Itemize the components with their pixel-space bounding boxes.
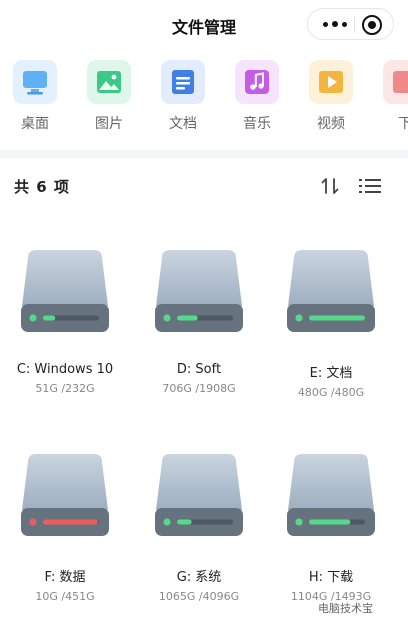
- drive-item[interactable]: E: 文档 480G /480G: [266, 246, 396, 399]
- drive-body: [288, 250, 374, 306]
- drive-usage: 1065G /4096G: [158, 590, 240, 603]
- document-icon: [161, 60, 205, 104]
- category-documents[interactable]: 文档: [158, 60, 208, 133]
- drive-status-led: [295, 518, 303, 526]
- list-view-icon[interactable]: [358, 176, 382, 196]
- drive-status-led: [29, 518, 37, 526]
- drive-name: D: Soft: [176, 362, 222, 377]
- drive-usage: 480G /480G: [297, 386, 365, 399]
- drive-name: H: 下载: [308, 570, 354, 585]
- sort-icon[interactable]: [320, 176, 340, 196]
- drive-status-led: [295, 314, 303, 322]
- drive-body: [22, 454, 108, 510]
- drive-body: [22, 250, 108, 306]
- drive-name: C: Windows 10: [16, 362, 114, 377]
- mini-program-capsule: [307, 8, 394, 40]
- category-label: 音乐: [243, 116, 271, 132]
- music-icon: [235, 60, 279, 104]
- drive-usage: 706G /1908G: [162, 382, 236, 395]
- drive-body: [156, 454, 242, 510]
- drive-status-led: [163, 518, 171, 526]
- video-icon: [309, 60, 353, 104]
- drive-item[interactable]: C: Windows 10 51G /232G: [0, 246, 130, 395]
- category-label: 桌面: [21, 116, 49, 132]
- category-desktop[interactable]: 桌面: [10, 60, 60, 133]
- drive-status-led: [29, 314, 37, 322]
- category-label: 下: [398, 116, 408, 132]
- image-icon: [87, 60, 131, 104]
- category-row[interactable]: 桌面 图片 文档 音乐 视频 下: [0, 56, 408, 138]
- usage-bar-fill: [43, 519, 98, 525]
- usage-bar-fill: [177, 519, 192, 525]
- capsule-divider: [354, 17, 355, 33]
- drive-name: G: 系统: [176, 570, 222, 585]
- hard-drive-icon: [21, 454, 109, 536]
- category-label: 图片: [95, 116, 123, 132]
- hard-drive-icon: [21, 250, 109, 332]
- target-circle-icon[interactable]: [362, 15, 382, 35]
- hard-drive-icon: [155, 250, 243, 332]
- more-dots-icon[interactable]: [318, 9, 352, 39]
- drive-usage: 51G /232G: [35, 382, 95, 395]
- usage-bar-fill: [309, 315, 365, 321]
- drive-name: E: 文档: [309, 366, 353, 381]
- usage-bar-fill: [43, 315, 56, 321]
- drive-item[interactable]: D: Soft 706G /1908G: [134, 246, 264, 395]
- category-label: 视频: [317, 116, 345, 132]
- category-downloads[interactable]: 下: [380, 60, 408, 133]
- drive-usage: 10G /451G: [35, 590, 95, 603]
- drive-body: [288, 454, 374, 510]
- hard-drive-icon: [287, 454, 375, 536]
- category-label: 文档: [169, 116, 197, 132]
- item-count: 共 6 项: [14, 178, 70, 196]
- drive-status-led: [163, 314, 171, 322]
- drive-body: [156, 250, 242, 306]
- hard-drive-icon: [155, 454, 243, 536]
- watermark-text: 电脑技术宝: [318, 602, 373, 615]
- drive-name: F: 数据: [44, 570, 86, 585]
- usage-bar-fill: [309, 519, 351, 525]
- hard-drive-icon: [287, 250, 375, 332]
- section-divider: [0, 150, 408, 158]
- category-music[interactable]: 音乐: [232, 60, 282, 133]
- drive-item[interactable]: F: 数据 10G /451G: [0, 450, 130, 603]
- category-videos[interactable]: 视频: [306, 60, 356, 133]
- header-bar: 文件管理: [0, 0, 408, 50]
- category-images[interactable]: 图片: [84, 60, 134, 133]
- desktop-icon: [13, 60, 57, 104]
- drive-item[interactable]: G: 系统 1065G /4096G: [134, 450, 264, 603]
- download-icon: [383, 60, 408, 104]
- usage-bar-fill: [177, 315, 198, 321]
- drive-item[interactable]: H: 下载 1104G /1493G: [266, 450, 396, 603]
